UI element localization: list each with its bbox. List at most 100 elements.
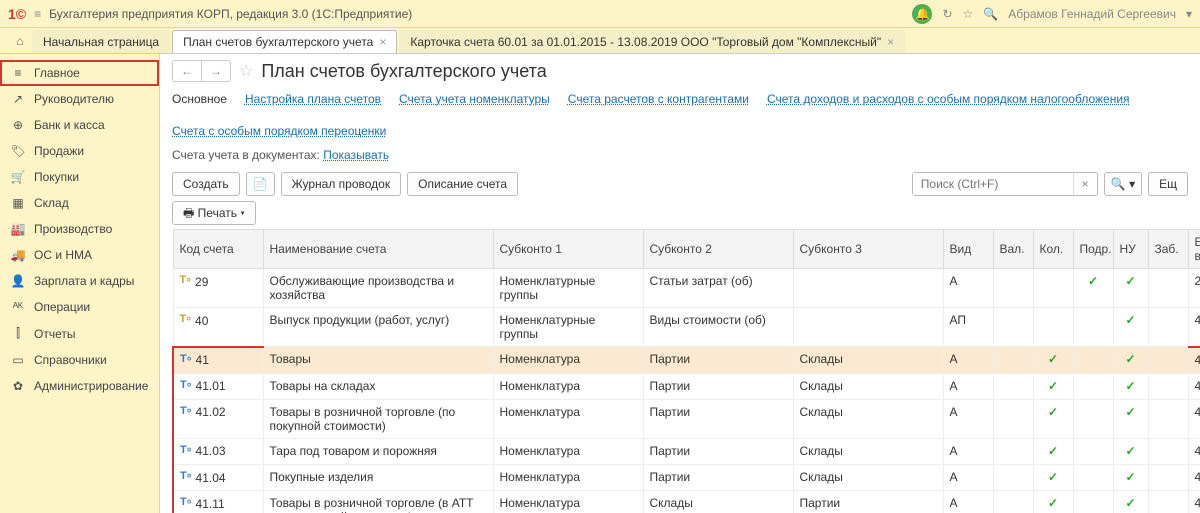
sidebar-item-9[interactable]: ᴬᴷОперации [0, 294, 159, 320]
close-icon[interactable]: × [379, 35, 386, 49]
search-input[interactable] [913, 173, 1073, 195]
th-code[interactable]: Код счета [173, 230, 263, 269]
th-zab[interactable]: Заб. [1148, 230, 1188, 269]
sidebar-item-2[interactable]: ⊕Банк и касса [0, 112, 159, 138]
sidebar-item-6[interactable]: 🏭Производство [0, 216, 159, 242]
sidebar-item-1[interactable]: ↗Руководителю [0, 86, 159, 112]
podr-cell [1073, 347, 1113, 374]
th-name[interactable]: Наименование счета [263, 230, 493, 269]
page-title: План счетов бухгалтерского учета [261, 61, 546, 82]
tab-1[interactable]: План счетов бухгалтерского учета × [172, 30, 397, 53]
clear-search-icon[interactable]: × [1073, 173, 1097, 195]
fast-cell: 4101 [1188, 373, 1200, 399]
sidebar-item-0[interactable]: ≡Главное [0, 60, 159, 86]
create-button[interactable]: Создать [172, 172, 240, 196]
kol-cell: ✓ [1033, 491, 1073, 513]
zab-cell [1148, 465, 1188, 491]
back-button[interactable]: ← [173, 61, 201, 81]
table-row[interactable]: Т°41.01Товары на складахНоменклатураПарт… [173, 373, 1200, 399]
th-fast[interactable]: Быстрый в [1188, 230, 1200, 269]
fast-cell: 40 [1188, 308, 1200, 347]
sidebar-item-3[interactable]: 🏷Продажи [0, 138, 159, 164]
search-box: × [912, 172, 1098, 196]
close-icon[interactable]: × [887, 35, 894, 49]
th-s3[interactable]: Субконто 3 [793, 230, 943, 269]
th-podr[interactable]: Подр. [1073, 230, 1113, 269]
kol-cell [1033, 308, 1073, 347]
sidebar-item-11[interactable]: ▭Справочники [0, 347, 159, 373]
more-button[interactable]: Ещ [1148, 172, 1188, 196]
code-value: 41.04 [196, 471, 226, 485]
th-nu[interactable]: НУ [1113, 230, 1148, 269]
zab-cell [1148, 438, 1188, 464]
link-reval[interactable]: Счета с особым порядком переоценки [172, 124, 386, 138]
nu-cell: ✓ [1113, 399, 1148, 438]
nu-cell: ✓ [1113, 491, 1148, 513]
table-row[interactable]: Т°40Выпуск продукции (работ, услуг)Номен… [173, 308, 1200, 347]
link-tax[interactable]: Счета доходов и расходов с особым порядк… [767, 92, 1130, 106]
sidebar-item-7[interactable]: 🚚ОС и НМА [0, 242, 159, 268]
table-row[interactable]: Т°41ТоварыНоменклатураПартииСкладыА✓✓41 [173, 347, 1200, 374]
print-button[interactable]: 🖶 Печать ▾ [172, 201, 256, 225]
val-cell [993, 399, 1033, 438]
link-main[interactable]: Основное [172, 92, 227, 106]
forward-button[interactable]: → [201, 61, 230, 81]
account-type-icon: Т° [180, 405, 192, 420]
th-vid[interactable]: Вид [943, 230, 993, 269]
account-type-icon: Т° [180, 444, 192, 459]
app-title: Бухгалтерия предприятия КОРП, редакция 3… [49, 7, 912, 21]
s3-cell: Партии [793, 491, 943, 513]
account-type-icon: Т° [180, 313, 192, 328]
link-nomen[interactable]: Счета учета номенклатуры [399, 92, 550, 106]
journal-button[interactable]: Журнал проводок [281, 172, 402, 196]
s1-cell: Номенклатура [493, 399, 643, 438]
th-s1[interactable]: Субконто 1 [493, 230, 643, 269]
dropdown-icon[interactable]: ▾ [1186, 7, 1192, 21]
sidebar-item-label: Склад [34, 196, 69, 210]
th-kol[interactable]: Кол. [1033, 230, 1073, 269]
link-contr[interactable]: Счета расчетов с контрагентами [568, 92, 749, 106]
table-row[interactable]: Т°41.04Покупные изделияНоменклатураПарти… [173, 465, 1200, 491]
name-cell: Тара под товаром и порожняя [263, 438, 493, 464]
table-row[interactable]: Т°41.03Тара под товаром и порожняяНоменк… [173, 438, 1200, 464]
code-value: 40 [195, 314, 208, 328]
table-row[interactable]: Т°29Обслуживающие производства и хозяйст… [173, 269, 1200, 308]
fast-cell: 41 [1188, 347, 1200, 374]
account-type-icon: Т° [180, 470, 192, 485]
th-s2[interactable]: Субконто 2 [643, 230, 793, 269]
sidebar-item-5[interactable]: ▦ Склад [0, 190, 159, 216]
copy-button[interactable]: 📄 [246, 172, 275, 196]
sidebar-item-4[interactable]: 🛒Покупки [0, 164, 159, 190]
desc-button[interactable]: Описание счета [407, 172, 518, 196]
s3-cell: Склады [793, 465, 943, 491]
tab-home[interactable]: Начальная страница [32, 30, 170, 53]
table-row[interactable]: Т°41.11Товары в розничной торговле (в АТ… [173, 491, 1200, 513]
table-row[interactable]: Т°41.02Товары в розничной торговле (по п… [173, 399, 1200, 438]
sidebar-item-10[interactable]: ⫿Отчеты [0, 320, 159, 347]
sidebar-icon: ▦ [10, 196, 26, 210]
favorite-icon[interactable]: ☆ [963, 7, 974, 21]
menu-icon[interactable]: ≡ [34, 7, 41, 21]
search-top-icon[interactable]: 🔍 [983, 7, 998, 21]
user-name[interactable]: Абрамов Геннадий Сергеевич [1008, 7, 1176, 21]
s3-cell [793, 308, 943, 347]
print-label: Печать [198, 206, 237, 220]
history-icon[interactable]: ↻ [942, 7, 952, 21]
tab-1-label: План счетов бухгалтерского учета [183, 35, 373, 49]
s3-cell: Склады [793, 347, 943, 374]
bell-icon[interactable]: 🔔 [912, 4, 932, 24]
code-value: 41.03 [196, 444, 226, 458]
search-button[interactable]: 🔍 ▾ [1104, 172, 1142, 196]
tab-2[interactable]: Карточка счета 60.01 за 01.01.2015 - 13.… [399, 30, 905, 53]
vid-cell: А [943, 465, 993, 491]
vid-cell: А [943, 347, 993, 374]
link-setup[interactable]: Настройка плана счетов [245, 92, 381, 106]
home-icon[interactable]: ⌂ [8, 28, 32, 53]
doc-link[interactable]: Показывать [323, 148, 389, 162]
th-val[interactable]: Вал. [993, 230, 1033, 269]
account-type-icon: Т° [180, 353, 192, 368]
sidebar-item-8[interactable]: 👤Зарплата и кадры [0, 268, 159, 294]
nu-cell: ✓ [1113, 347, 1148, 374]
star-icon[interactable]: ☆ [239, 61, 253, 81]
sidebar-item-12[interactable]: ✿Администрирование [0, 373, 159, 399]
